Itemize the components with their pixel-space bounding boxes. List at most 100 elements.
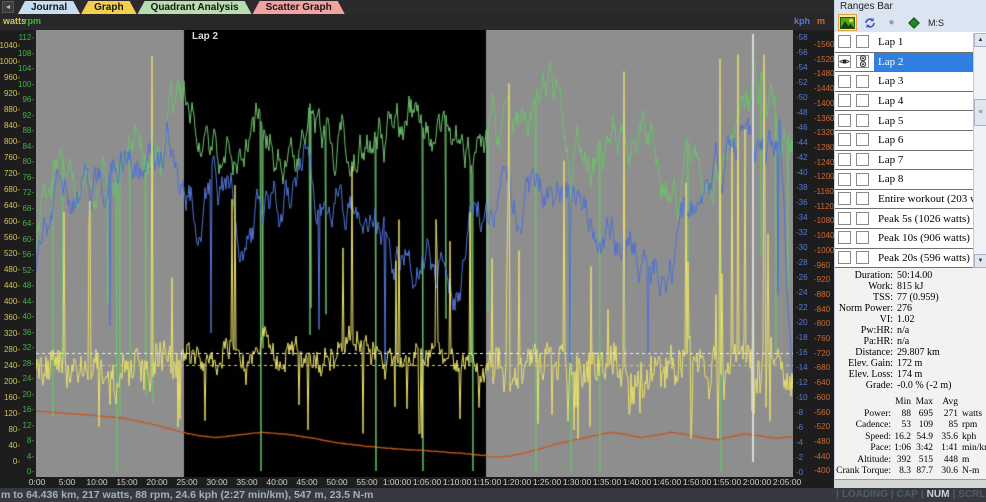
- stat-value: -0.0 % (-2 m): [893, 380, 951, 391]
- record-button[interactable]: ●: [882, 14, 901, 31]
- stat-value: n/a: [893, 336, 909, 347]
- m-tick-label: -1320: [814, 129, 834, 137]
- scroll-thumb[interactable]: ≡: [974, 99, 986, 126]
- kph-tick-label: -2: [796, 454, 803, 462]
- visible-checkbox[interactable]: [838, 192, 851, 205]
- tab-label: Journal: [31, 2, 67, 13]
- m-tick-label: -520: [814, 423, 830, 431]
- eye-icon: [839, 57, 850, 66]
- tab-quadrant-analysis[interactable]: Quadrant Analysis: [138, 1, 252, 14]
- mm-label: Pace:: [835, 443, 891, 455]
- graph-panel: watts rpm kph m Lap 2 1040-1000-960-920-…: [0, 14, 834, 488]
- stat-label: TSS:: [835, 292, 893, 303]
- ranges-toolbar: ● M:S: [835, 13, 986, 33]
- time-tick-label: 2:00:00: [743, 477, 771, 487]
- stat-label: VI:: [835, 314, 893, 325]
- range-item-label: Lap 3: [874, 72, 986, 91]
- time-tick-label: 20:00: [146, 477, 167, 487]
- kph-tick-label: -44: [796, 139, 808, 147]
- zoom-checkbox[interactable]: [856, 231, 869, 244]
- range-item-lap-7[interactable]: Lap 7: [835, 151, 986, 171]
- mm-avg: 271: [933, 409, 958, 421]
- tab-graph[interactable]: Graph: [81, 1, 136, 14]
- m-tick-label: -760: [814, 335, 830, 343]
- time-axis-ticks: 0:005:0010:0015:0020:0025:0030:0035:0040…: [0, 477, 834, 488]
- range-item-lap-6[interactable]: Lap 6: [835, 131, 986, 151]
- kph-axis-ticks: -58-56-54-52-50-48-46-44-42-40-38-36-34-…: [794, 14, 811, 488]
- range-item-lap-2[interactable]: Lap 2: [835, 53, 986, 73]
- status-bar: m to 64.436 km, 217 watts, 88 rpm, 24.6 …: [0, 488, 986, 502]
- stat-label: Grade:: [835, 380, 893, 391]
- visible-checkbox[interactable]: [838, 173, 851, 186]
- tab-bar: ◄ Journal Graph Quadrant AnalysisScatter G…: [0, 0, 834, 14]
- range-item-lap-4[interactable]: Lap 4: [835, 92, 986, 112]
- rpm-tick-label: 4-: [27, 453, 34, 461]
- visible-checkbox[interactable]: [838, 153, 851, 166]
- range-item-entire-workout-203-watts[interactable]: Entire workout (203 watts): [835, 190, 986, 210]
- graph-view-button[interactable]: [838, 14, 857, 31]
- kph-tick-label: -36: [796, 199, 808, 207]
- range-list-scrollbar[interactable]: ▲ ≡ ▼: [973, 33, 986, 268]
- tab-label: Graph: [94, 2, 123, 13]
- stat-value: 29.807 km: [893, 347, 940, 358]
- panel-bottom-divider: [835, 479, 986, 488]
- kph-tick-label: -4: [796, 439, 803, 447]
- zoom-checkbox[interactable]: [856, 75, 869, 88]
- scroll-down-button[interactable]: ▼: [974, 254, 986, 268]
- stat-label: Norm Power:: [835, 303, 893, 314]
- zoom-checkbox[interactable]: [856, 55, 869, 68]
- zoom-checkbox[interactable]: [856, 251, 869, 264]
- range-item-lap-1[interactable]: Lap 1: [835, 33, 986, 53]
- m-tick-label: -800: [814, 320, 830, 328]
- range-item-peak-10s-906-watts[interactable]: Peak 10s (906 watts): [835, 229, 986, 249]
- zoom-checkbox[interactable]: [856, 212, 869, 225]
- mm-min: 88: [891, 409, 911, 421]
- mm-avg: 30.6: [933, 466, 958, 478]
- kph-tick-label: -8: [796, 409, 803, 417]
- zoom-checkbox[interactable]: [856, 192, 869, 205]
- visible-checkbox[interactable]: [838, 251, 851, 264]
- visible-checkbox[interactable]: [838, 55, 851, 68]
- tab-journal[interactable]: Journal: [18, 1, 80, 14]
- m-tick-label: -1000: [814, 247, 834, 255]
- range-item-peak-5s-1026-watts[interactable]: Peak 5s (1026 watts): [835, 209, 986, 229]
- kph-tick-label: -50: [796, 94, 808, 102]
- zoom-checkbox[interactable]: [856, 94, 869, 107]
- tab-scatter-graph[interactable]: Scatter Graph: [253, 1, 345, 14]
- mm-min: 16.2: [891, 432, 911, 444]
- scroll-up-button[interactable]: ▲: [974, 33, 986, 47]
- visible-checkbox[interactable]: [838, 212, 851, 225]
- zoom-checkbox[interactable]: [856, 114, 869, 127]
- visible-checkbox[interactable]: [838, 94, 851, 107]
- tab-scroll-left-button[interactable]: ◄: [2, 1, 14, 13]
- rpm-tick-label: 68-: [22, 205, 34, 213]
- kph-tick-label: -48: [796, 109, 808, 117]
- visible-checkbox[interactable]: [838, 35, 851, 48]
- zoom-checkbox[interactable]: [856, 153, 869, 166]
- visible-checkbox[interactable]: [838, 75, 851, 88]
- stat-pa-hr: Pa:HR:n/a: [835, 336, 986, 347]
- range-item-label: Peak 20s (596 watts): [874, 249, 986, 268]
- zoom-checkbox[interactable]: [856, 35, 869, 48]
- zoom-checkbox[interactable]: [856, 133, 869, 146]
- visible-checkbox[interactable]: [838, 133, 851, 146]
- visible-checkbox[interactable]: [838, 114, 851, 127]
- refresh-button[interactable]: [860, 14, 879, 31]
- kph-tick-label: -38: [796, 184, 808, 192]
- range-item-lap-3[interactable]: Lap 3: [835, 72, 986, 92]
- rpm-tick-label: 104-: [18, 65, 34, 73]
- range-item-lap-5[interactable]: Lap 5: [835, 111, 986, 131]
- range-item-lap-8[interactable]: Lap 8: [835, 170, 986, 190]
- mm-max: 3:42: [911, 443, 933, 455]
- workout-chart-canvas[interactable]: [36, 30, 793, 477]
- kph-tick-label: -10: [796, 394, 808, 402]
- m-tick-label: -440: [814, 453, 830, 461]
- mm-label: Cadence:: [835, 420, 891, 432]
- stat-label: Elev. Loss:: [835, 369, 893, 380]
- visible-checkbox[interactable]: [838, 231, 851, 244]
- stat-label: Duration:: [835, 270, 893, 281]
- marker-button[interactable]: [904, 14, 923, 31]
- mm-unit: rpm: [958, 420, 977, 432]
- zoom-checkbox[interactable]: [856, 173, 869, 186]
- range-item-peak-20s-596-watts[interactable]: Peak 20s (596 watts): [835, 249, 986, 268]
